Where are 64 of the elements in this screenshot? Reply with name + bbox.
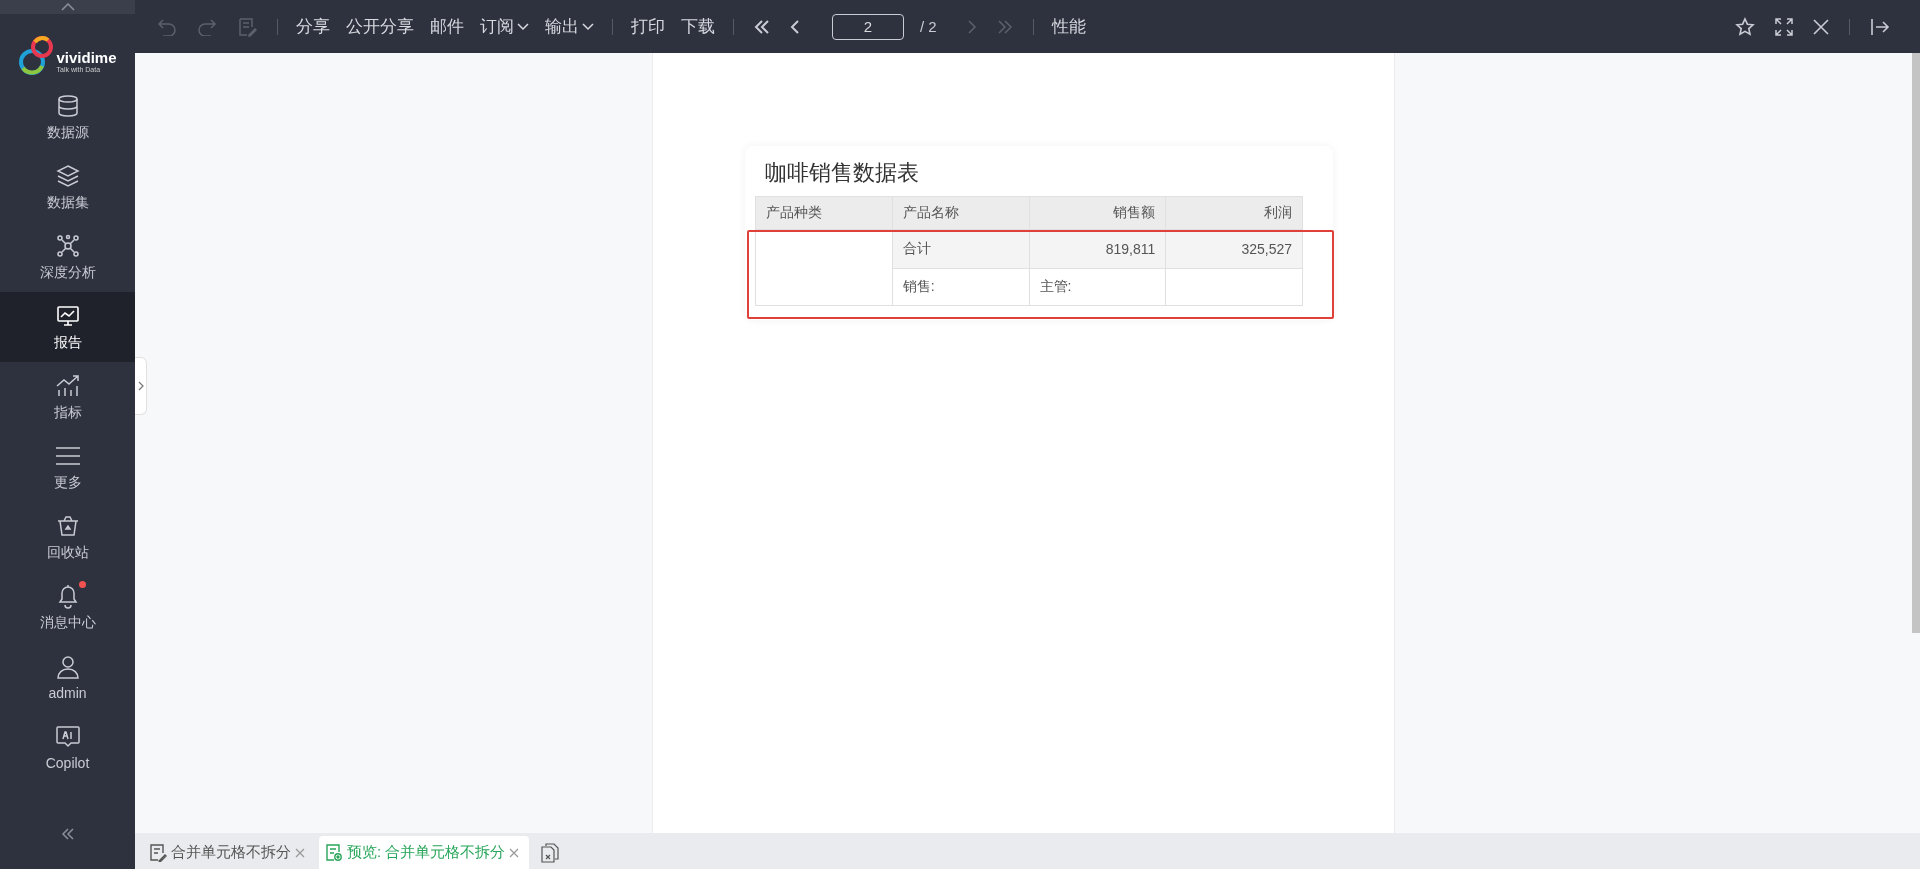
column-header: 产品名称 (892, 196, 1029, 230)
page-total: / 2 (920, 18, 937, 35)
page-input[interactable]: 2 (832, 13, 904, 40)
star-icon (1735, 16, 1755, 37)
caret-icon (517, 22, 529, 31)
logo-icon (18, 34, 55, 78)
sidebar-item[interactable]: 深度分析 (0, 222, 135, 292)
document-preview-icon (325, 843, 343, 862)
sidebar-item[interactable]: 数据集 (0, 152, 135, 222)
sidebar-item[interactable]: 报告 (0, 292, 135, 362)
caret-icon (582, 22, 594, 31)
chevron-left-icon (790, 19, 800, 34)
sidebar-item[interactable]: 更多 (0, 432, 135, 502)
sidebar-item[interactable]: admin (0, 642, 135, 712)
recycle-bin-icon (55, 513, 80, 538)
column-header: 产品种类 (755, 196, 893, 230)
toolbar-button[interactable]: 性能 (1045, 11, 1092, 42)
panel-toggle-button[interactable] (135, 357, 147, 415)
database-icon (55, 93, 80, 118)
close-icon (1813, 18, 1829, 35)
sidebar-item[interactable]: 回收站 (0, 502, 135, 572)
sidebar-item[interactable]: Copilot (0, 712, 135, 782)
ai-chat-icon (54, 724, 81, 749)
toolbar-button[interactable]: 订阅 (474, 11, 535, 42)
close-icon[interactable] (295, 847, 305, 858)
sidebar-item[interactable]: 数据源 (0, 82, 135, 152)
table-cell: 主管: (1029, 268, 1166, 306)
report-title: 咖啡销售数据表 (765, 159, 920, 187)
user-icon (55, 654, 80, 679)
toolbar-button[interactable]: 打印 (625, 11, 671, 42)
double-chevron-right-icon (996, 19, 1013, 34)
chevron-right-icon (137, 381, 144, 391)
redo-icon (197, 17, 217, 36)
layers-icon (55, 163, 80, 188)
tab-label: 合并单元格不拆分 (171, 843, 291, 862)
logo-name: vividime (56, 50, 117, 66)
edit-document-icon (237, 16, 257, 37)
toolbar-button[interactable]: 邮件 (424, 11, 470, 42)
chevron-right-icon (966, 19, 977, 34)
document-edit-icon (149, 843, 167, 862)
close-icon[interactable] (509, 847, 520, 858)
documents-icon (541, 842, 560, 863)
scrollbar[interactable] (1912, 53, 1920, 633)
chevron-up-icon (60, 3, 75, 11)
table-cell: 销售: (892, 268, 1029, 306)
undo-icon (157, 17, 177, 36)
double-chevron-left-icon (754, 19, 770, 34)
toolbar-button[interactable]: 输出 (539, 11, 600, 42)
network-icon (55, 233, 80, 258)
column-header: 销售额 (1029, 196, 1166, 230)
sidebar-item[interactable]: 指标 (0, 362, 135, 432)
monitor-chart-icon (55, 303, 80, 328)
expand-icon (1775, 17, 1793, 36)
toolbar-button[interactable]: 下载 (675, 11, 721, 42)
arrow-right-to-bar-icon (1870, 17, 1890, 36)
double-chevron-left-icon (60, 828, 75, 840)
column-header: 利润 (1165, 196, 1303, 230)
sidebar-item[interactable]: 消息中心 (0, 572, 135, 642)
menu-icon (54, 445, 81, 466)
tab-label: 预览: 合并单元格不拆分 (347, 843, 506, 862)
toolbar-button[interactable]: 分享 (290, 11, 336, 42)
document-tab[interactable]: 合并单元格不拆分 (143, 836, 315, 869)
toolbar-button[interactable]: 公开分享 (340, 11, 420, 42)
trend-chart-icon (54, 373, 81, 398)
